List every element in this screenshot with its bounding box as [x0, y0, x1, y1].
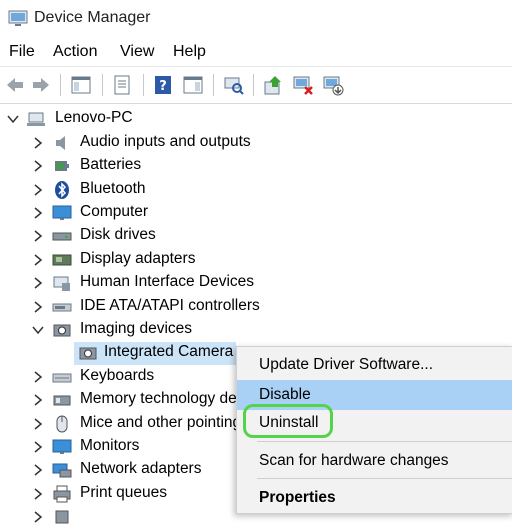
menu-action[interactable]: Action — [53, 43, 97, 61]
tree-item[interactable]: Bluetooth — [0, 179, 300, 202]
tree-item-label: Imaging devices — [80, 320, 193, 337]
network-adapter-icon — [52, 463, 72, 478]
chevron-right-icon[interactable] — [30, 182, 46, 198]
chevron-right-icon[interactable] — [30, 369, 46, 385]
keyboard-icon — [52, 373, 72, 383]
menu-divider — [257, 478, 512, 479]
toolbar: ? — [0, 66, 512, 104]
tree-root-label: Lenovo-PC — [55, 109, 133, 126]
bluetooth-icon — [55, 181, 69, 199]
show-hide-console-tree-icon[interactable] — [70, 74, 92, 96]
update-driver-icon[interactable] — [262, 74, 284, 96]
tree-item-label: Disk drives — [80, 226, 156, 243]
menu-file[interactable]: File — [9, 43, 35, 61]
tree-item-label: Batteries — [80, 156, 142, 173]
toolbar-separator — [213, 74, 214, 96]
disable-device-icon[interactable] — [292, 74, 314, 96]
toolbar-separator — [60, 74, 61, 96]
camera-icon — [53, 324, 71, 337]
scan-hardware-icon[interactable] — [222, 74, 244, 96]
chevron-right-icon[interactable] — [30, 135, 46, 151]
tree-item[interactable]: Audio inputs and outputs — [0, 132, 300, 155]
chevron-right-icon[interactable] — [30, 486, 46, 502]
action-pane-icon[interactable] — [182, 74, 204, 96]
tree-item-label: Keyboards — [80, 367, 155, 384]
tree-root[interactable]: Lenovo-PC — [0, 108, 300, 131]
menu-view[interactable]: View — [120, 43, 154, 61]
tree-item-label: Network adapters — [80, 460, 202, 477]
chevron-right-icon[interactable] — [30, 462, 46, 478]
chevron-right-icon[interactable] — [30, 509, 46, 525]
menu-item-scan-hardware[interactable]: Scan for hardware changes — [237, 446, 512, 476]
computer-icon — [27, 112, 45, 126]
monitor-icon — [52, 439, 72, 454]
tree-item-expanded[interactable]: Imaging devices — [0, 319, 300, 342]
tree-item[interactable]: Display adapters — [0, 249, 300, 272]
tree-item-label: Human Interface Devices — [80, 273, 255, 290]
help-icon[interactable]: ? — [152, 74, 174, 96]
chevron-down-icon[interactable] — [30, 322, 46, 338]
chevron-right-icon[interactable] — [30, 416, 46, 432]
window-title: Device Manager — [34, 9, 151, 26]
battery-icon — [55, 161, 69, 171]
tree-item-label: Display adapters — [80, 250, 196, 267]
chevron-right-icon[interactable] — [30, 392, 46, 408]
tree-item-label: Bluetooth — [80, 180, 146, 197]
svg-text:?: ? — [159, 79, 167, 94]
chevron-right-icon[interactable] — [30, 299, 46, 315]
monitor-icon — [52, 205, 72, 220]
forward-icon[interactable] — [30, 74, 52, 96]
chevron-right-icon[interactable] — [30, 439, 46, 455]
menu-item-update-driver[interactable]: Update Driver Software... — [237, 350, 512, 380]
chevron-right-icon[interactable] — [30, 275, 46, 291]
speaker-icon — [56, 136, 65, 150]
processor-icon — [55, 510, 69, 524]
tree-item-label: Monitors — [80, 437, 140, 454]
tree-item-selected[interactable]: Integrated Camera — [74, 342, 236, 365]
properties-icon[interactable] — [111, 74, 133, 96]
chevron-right-icon[interactable] — [30, 205, 46, 221]
tree-item-label: Computer — [80, 203, 149, 220]
display-adapter-icon — [52, 254, 72, 266]
uninstall-highlight-annotation — [243, 404, 333, 438]
back-icon[interactable] — [4, 74, 26, 96]
hid-icon — [53, 276, 70, 291]
menu-bar: File Action View Help — [0, 40, 512, 66]
tree-item-label: Integrated Camera — [104, 343, 234, 360]
tree-item[interactable]: IDE ATA/ATAPI controllers — [0, 296, 300, 319]
memory-device-icon — [53, 395, 71, 406]
toolbar-separator — [253, 74, 254, 96]
printer-icon — [53, 485, 71, 503]
tree-item[interactable]: Computer — [0, 202, 300, 225]
chevron-down-icon[interactable] — [5, 111, 21, 127]
tree-item[interactable]: Batteries — [0, 155, 300, 178]
ide-controller-icon — [52, 303, 72, 312]
device-manager-icon — [8, 10, 28, 26]
camera-icon — [79, 347, 97, 360]
tree-item[interactable]: Disk drives — [0, 225, 300, 248]
menu-help[interactable]: Help — [173, 43, 206, 61]
menu-item-properties[interactable]: Properties — [237, 483, 512, 513]
title-bar: Device Manager — [0, 0, 512, 38]
tree-item[interactable]: Human Interface Devices — [0, 272, 300, 295]
toolbar-separator — [143, 74, 144, 96]
tree-item-label: Print queues — [80, 484, 168, 501]
chevron-right-icon[interactable] — [30, 252, 46, 268]
uninstall-device-icon[interactable] — [322, 74, 344, 96]
mouse-icon — [56, 415, 68, 433]
chevron-right-icon[interactable] — [30, 158, 46, 174]
menu-divider — [257, 441, 512, 442]
chevron-right-icon[interactable] — [30, 228, 46, 244]
toolbar-separator — [102, 74, 103, 96]
tree-item-label: IDE ATA/ATAPI controllers — [80, 297, 260, 314]
tree-item-label: Audio inputs and outputs — [80, 133, 251, 150]
disk-drive-icon — [52, 232, 72, 241]
